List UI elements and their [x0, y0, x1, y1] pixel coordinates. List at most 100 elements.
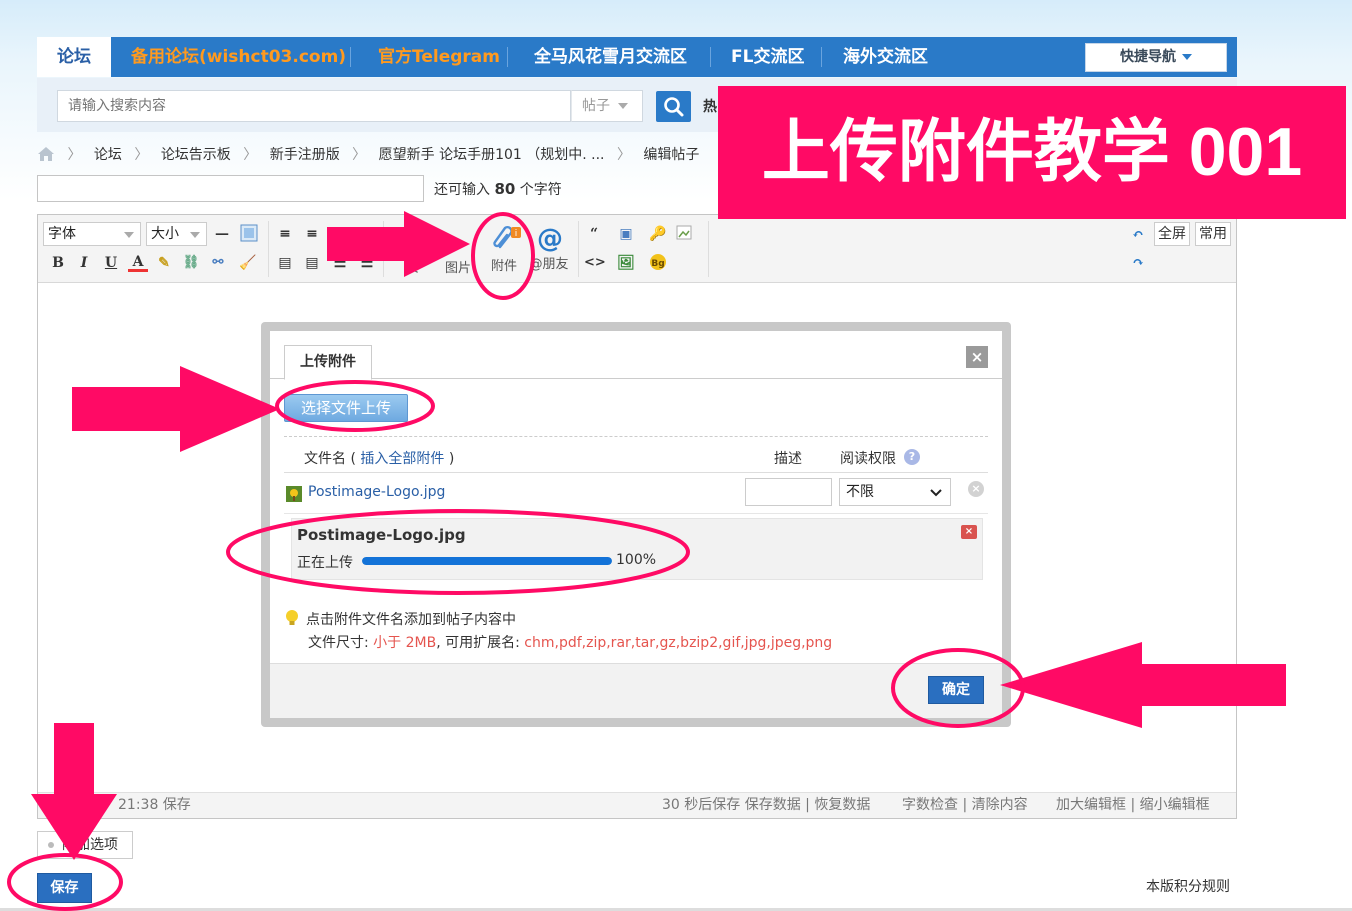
image-file-icon: [286, 486, 302, 502]
breadcrumb-item[interactable]: 论坛告示板: [161, 147, 231, 163]
allowed-extensions: chm,pdf,zip,rar,tar,gz,bzip2,gif,jpg,jpe…: [524, 635, 833, 651]
post-title-input[interactable]: [37, 175, 424, 202]
table-button[interactable]: 表: [390, 257, 434, 276]
link-icon[interactable]: ⛓: [181, 253, 201, 273]
chevron-down-icon: [930, 489, 942, 497]
nav-item-fl[interactable]: FL交流区: [717, 37, 818, 77]
font-select-value: 字体: [48, 226, 76, 242]
header-description: 描述: [774, 451, 802, 467]
font-select[interactable]: 字体: [43, 222, 141, 246]
unordered-list-icon[interactable]: ☰: [357, 253, 377, 273]
progress-file-name: Postimage-Logo.jpg: [297, 526, 466, 544]
chevron-right-icon: 〉: [67, 147, 82, 163]
breadcrumb-item[interactable]: 论坛: [94, 147, 122, 163]
background-color-icon[interactable]: [239, 224, 259, 244]
nav-item-telegram[interactable]: 官方Telegram: [364, 37, 514, 77]
image-button[interactable]: 图片: [436, 257, 480, 276]
nav-item-forum[interactable]: 论坛: [37, 37, 111, 77]
home-icon[interactable]: [37, 146, 55, 162]
underline-icon[interactable]: U: [101, 253, 121, 273]
unlink-icon[interactable]: ⚯: [208, 253, 228, 273]
tip-line-1: 点击附件文件名添加到帖子内容中: [284, 609, 516, 629]
bold-icon[interactable]: B: [48, 253, 68, 273]
float-right-icon[interactable]: ▤: [302, 253, 322, 273]
redo-icon[interactable]: ↷: [1128, 253, 1148, 273]
extra-options-toggle[interactable]: 附加选项: [37, 831, 133, 859]
broken-image-icon[interactable]: [676, 224, 696, 244]
size-limit: 小于 2MB: [373, 635, 437, 651]
hot-search-label: 热: [703, 99, 717, 115]
search-type-select[interactable]: 帖子: [571, 90, 643, 122]
dialog-tab-bar: 上传附件 ×: [270, 331, 1002, 380]
svg-text:i: i: [515, 229, 518, 239]
toolbar-divider: [578, 221, 579, 277]
toolbar-divider: [268, 221, 269, 277]
insert-all-link[interactable]: 插入全部附件: [360, 451, 444, 467]
image-label: 图片: [444, 261, 471, 276]
close-icon[interactable]: ×: [966, 346, 988, 368]
insert-image-icon[interactable]: 🖼: [616, 253, 636, 273]
code-icon[interactable]: <>: [584, 253, 606, 273]
align-center-icon[interactable]: ≡: [302, 224, 322, 244]
progress-bar: [362, 557, 612, 565]
ordered-list-icon[interactable]: ☰: [330, 253, 350, 273]
size-select-value: 大小: [151, 226, 179, 242]
permission-value: 不限: [846, 484, 874, 500]
friend-label: @朋友: [529, 257, 569, 272]
quick-nav-button[interactable]: 快捷导航: [1085, 43, 1227, 72]
hide-key-icon[interactable]: 🔑: [648, 224, 668, 244]
editor-status-bar: 21:38 保存 30 秒后保存 保存数据 | 恢复数据 字数检查 | 清除内容…: [38, 792, 1236, 818]
common-mode-button[interactable]: 常用: [1195, 222, 1231, 246]
align-left-icon[interactable]: ≡: [275, 224, 295, 244]
resize-editor[interactable]: 加大编辑框 | 缩小编辑框: [1056, 793, 1210, 818]
italic-icon[interactable]: I: [74, 253, 94, 273]
font-color-icon[interactable]: A: [128, 252, 148, 272]
description-input[interactable]: [745, 478, 832, 506]
permission-select[interactable]: 不限: [839, 478, 951, 506]
autosave-controls[interactable]: 30 秒后保存 保存数据 | 恢复数据: [662, 793, 870, 818]
free-content-icon[interactable]: ▣: [616, 224, 636, 244]
clear-format-icon[interactable]: 🧹: [238, 253, 258, 273]
attach-button[interactable]: i 附件: [482, 225, 526, 274]
extensions-label: , 可用扩展名:: [436, 635, 520, 651]
tab-upload-attachment[interactable]: 上传附件: [284, 345, 372, 380]
search-type-value: 帖子: [582, 98, 610, 114]
bullet-icon: [48, 842, 54, 848]
magic-pen-icon[interactable]: ✎: [154, 253, 174, 273]
progress-status: 正在上传: [297, 555, 353, 571]
breadcrumb-item[interactable]: 愿望新手 论坛手册101 （规划中. ...: [379, 147, 605, 163]
extra-options-label: 附加选项: [62, 837, 118, 853]
choose-file-button[interactable]: 选择文件上传: [284, 394, 408, 422]
bg-icon[interactable]: Bg: [648, 253, 668, 273]
save-button[interactable]: 保存: [37, 873, 92, 903]
nav-divider: [821, 47, 822, 67]
fullscreen-button[interactable]: 全屏: [1154, 222, 1190, 246]
horizontal-rule-icon[interactable]: —: [212, 224, 232, 244]
delete-file-icon[interactable]: ×: [968, 481, 984, 497]
text-tools[interactable]: 字数检查 | 清除内容: [902, 793, 1028, 818]
search-button[interactable]: [656, 91, 691, 122]
breadcrumb: 〉 论坛 〉 论坛告示板 〉 新手注册版 〉 愿望新手 论坛手册101 （规划中…: [37, 144, 699, 164]
chevron-right-icon: 〉: [616, 147, 631, 163]
file-name-link[interactable]: Postimage-Logo.jpg: [308, 484, 445, 500]
points-rules-link[interactable]: 本版积分规则: [1146, 876, 1230, 896]
undo-icon[interactable]: ↶: [1128, 225, 1148, 245]
upload-dialog-frame: 上传附件 × 选择文件上传 文件名 ( 插入全部附件 ) 描述 阅读权限 ? P…: [261, 322, 1011, 727]
at-icon: @: [537, 224, 563, 254]
nav-item-backup-forum[interactable]: 备用论坛(wishct03.com): [117, 37, 360, 77]
nav-item-overseas[interactable]: 海外交流区: [829, 37, 942, 77]
toolbar-divider: [708, 221, 709, 277]
mention-friend-button[interactable]: @ @朋友: [528, 225, 572, 273]
float-left-icon[interactable]: ▤: [275, 253, 295, 273]
dialog-footer: 确定: [270, 663, 1002, 718]
search-input[interactable]: [57, 90, 571, 122]
breadcrumb-item[interactable]: 新手注册版: [270, 147, 340, 163]
autosave-time: 21:38 保存: [118, 797, 191, 813]
file-table-header: 文件名 ( 插入全部附件 ) 描述 阅读权限 ?: [284, 441, 988, 473]
nav-item-full-malaysia[interactable]: 全马风花雪月交流区: [520, 37, 701, 77]
help-icon[interactable]: ?: [904, 449, 920, 465]
cancel-upload-icon[interactable]: ×: [961, 525, 977, 539]
quote-icon[interactable]: “: [584, 224, 604, 244]
confirm-button[interactable]: 确定: [928, 676, 984, 704]
size-select[interactable]: 大小: [146, 222, 207, 246]
